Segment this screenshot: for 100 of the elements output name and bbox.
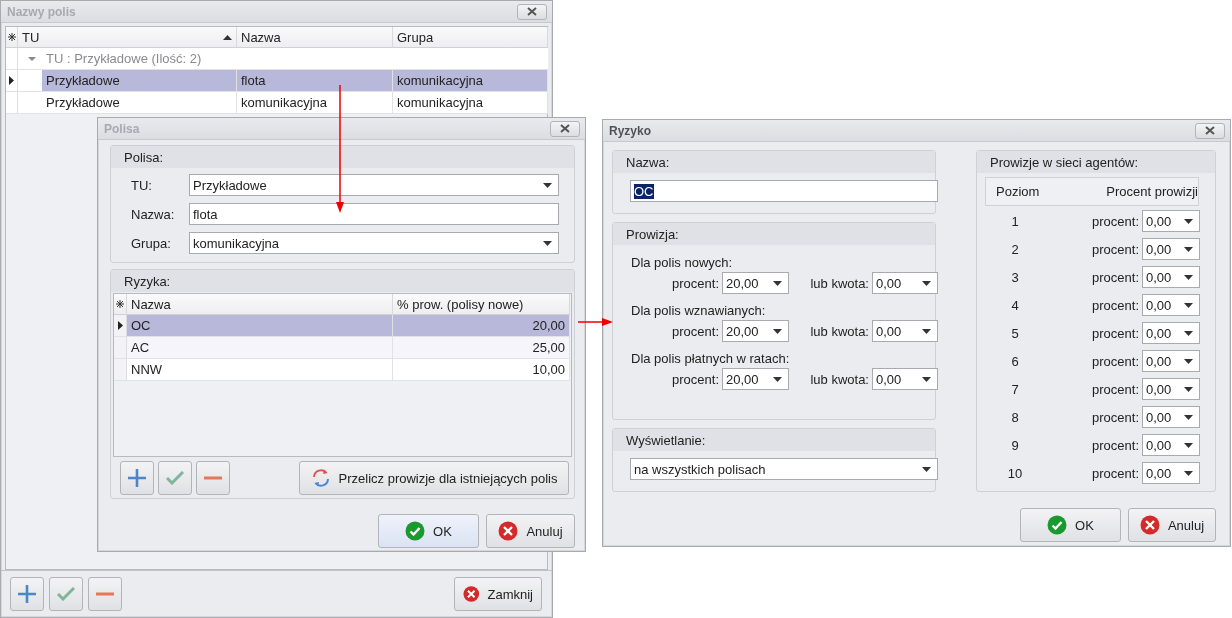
table-cell: 20,00 [393, 315, 570, 337]
caret-icon [922, 466, 931, 472]
section-title: Wyświetlanie: [613, 429, 935, 451]
column-header[interactable]: TU [18, 27, 237, 48]
dropdown[interactable]: 0,00 [1142, 322, 1200, 344]
section-title: Ryzyka: [111, 270, 574, 292]
column-header[interactable]: Nazwa [237, 27, 393, 48]
table-cell: Przykładowe [42, 92, 237, 114]
dropdown[interactable]: 0,00 [872, 272, 938, 294]
close-icon [527, 7, 537, 16]
group-label: Dla polis wznawianych: [631, 303, 767, 318]
caret-icon [1184, 358, 1193, 364]
add-button[interactable] [10, 577, 44, 611]
dropdown[interactable]: 20,00 [722, 320, 789, 342]
table-cell: flota [237, 70, 393, 92]
table-cell: 25,00 [393, 337, 570, 359]
dropdown[interactable]: 0,00 [1142, 294, 1200, 316]
dropdown[interactable]: 0,00 [872, 368, 938, 390]
column-header[interactable]: Nazwa [127, 294, 393, 315]
dropdown[interactable]: 0,00 [1142, 266, 1200, 288]
expander-icon[interactable] [28, 54, 36, 63]
dropdown[interactable]: 0,00 [1142, 462, 1200, 484]
caret-icon [773, 328, 782, 334]
dropdown[interactable]: 0,00 [1142, 350, 1200, 372]
cancel-button[interactable]: Anuluj [486, 514, 575, 548]
table-cell: Przykładowe [42, 70, 237, 92]
dropdown[interactable]: Przykładowe [189, 174, 559, 196]
group-label: TU : Przykładowe (Ilość: 2) [46, 51, 202, 66]
dropdown[interactable]: 0,00 [1142, 210, 1200, 232]
dropdown[interactable]: 20,00 [722, 272, 789, 294]
dropdown[interactable]: 0,00 [1142, 434, 1200, 456]
cancel-circle-icon [498, 521, 519, 541]
caret-icon [1184, 218, 1193, 224]
text-field[interactable]: flota [189, 203, 559, 225]
close-icon [1205, 126, 1215, 135]
level-number: 9 [1010, 437, 1020, 453]
level-number: 6 [1010, 353, 1020, 369]
remove-button[interactable] [196, 461, 230, 495]
new-row-icon [116, 300, 124, 308]
field-label: Grupa: [131, 235, 172, 251]
field-label: procent: [1091, 465, 1139, 481]
dropdown[interactable]: 0,00 [872, 320, 938, 342]
section-title: Polisa: [111, 146, 574, 168]
level-number: 8 [1010, 409, 1020, 425]
ok-button[interactable]: OK [1020, 508, 1121, 542]
caret-icon [773, 376, 782, 382]
check-icon [57, 587, 75, 601]
field-label: Nazwa: [131, 206, 176, 222]
field-label: procent: [671, 275, 719, 291]
table-cell: komunikacyjna [237, 92, 393, 114]
level-number: 10 [1006, 465, 1024, 481]
cancel-circle-icon [463, 584, 480, 604]
dropdown[interactable]: 0,00 [1142, 378, 1200, 400]
dropdown[interactable]: na wszystkich polisach [630, 458, 938, 480]
table-cell: OC [127, 315, 393, 337]
column-header[interactable]: % prow. (polisy nowe) [393, 294, 570, 315]
caret-icon [1184, 330, 1193, 336]
close-button[interactable] [1195, 122, 1225, 139]
close-button[interactable] [550, 120, 580, 137]
caret-icon [1184, 442, 1193, 448]
field-label: procent: [1091, 381, 1139, 397]
add-button[interactable] [120, 461, 154, 495]
field-label: procent: [1091, 269, 1139, 285]
group-label: Dla polis płatnych w ratach: [631, 351, 791, 366]
section-title: Prowizje w sieci agentów: [977, 151, 1215, 173]
ok-button[interactable]: OK [378, 514, 479, 548]
row-pointer-icon [117, 321, 123, 330]
confirm-button[interactable] [158, 461, 192, 495]
dropdown[interactable]: komunikacyjna [189, 232, 559, 254]
field-label: procent: [1091, 213, 1139, 229]
dropdown[interactable]: 20,00 [722, 368, 789, 390]
level-number: 4 [1010, 297, 1020, 313]
caret-icon [1184, 246, 1193, 252]
field-label: procent: [671, 371, 719, 387]
close-button[interactable] [517, 3, 547, 20]
table-cell: NNW [127, 359, 393, 381]
refresh-icon [310, 468, 331, 488]
close-button[interactable]: Zamknij [454, 577, 542, 611]
window-title: Nazwy polis [7, 4, 76, 19]
caret-icon [1184, 274, 1193, 280]
section-title: Nazwa: [613, 151, 935, 173]
remove-button[interactable] [88, 577, 122, 611]
recalculate-button[interactable]: Przelicz prowizje dla istniejących polis [299, 461, 569, 495]
dropdown[interactable]: 0,00 [1142, 406, 1200, 428]
cancel-circle-icon [1139, 515, 1160, 535]
check-circle-icon [1047, 515, 1068, 535]
confirm-button[interactable] [49, 577, 83, 611]
window-title: Ryzyko [609, 123, 652, 138]
minus-icon [96, 592, 114, 596]
dropdown[interactable]: 0,00 [1142, 238, 1200, 260]
caret-icon [1184, 302, 1193, 308]
column-header[interactable]: Grupa [393, 27, 548, 48]
field-label: procent: [671, 323, 719, 339]
table-cell: 10,00 [393, 359, 570, 381]
check-icon [166, 471, 184, 485]
caret-icon [922, 280, 931, 286]
group-label: Dla polis nowych: [631, 255, 734, 270]
cancel-button[interactable]: Anuluj [1128, 508, 1216, 542]
level-number: 2 [1010, 241, 1020, 257]
text-field[interactable]: OC [630, 180, 938, 202]
